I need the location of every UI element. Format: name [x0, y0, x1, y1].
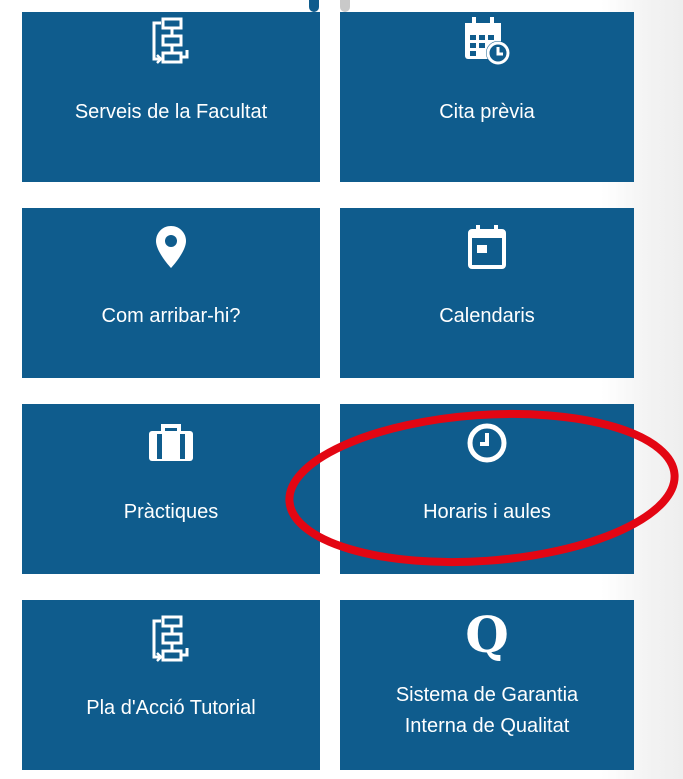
carousel-dot[interactable]	[340, 0, 350, 12]
tile-label: Horaris i aules	[423, 501, 551, 523]
flowchart-icon	[151, 614, 191, 664]
map-pin-icon	[154, 222, 188, 272]
calendar-icon	[467, 222, 507, 272]
tile-label: Calendaris	[439, 305, 535, 327]
calendar-clock-icon	[463, 16, 511, 66]
tile-cita-previa[interactable]: Cita prèvia	[340, 12, 634, 182]
tile-horaris-aules[interactable]: Horaris i aules	[340, 404, 634, 574]
tile-practiques[interactable]: Pràctiques	[22, 404, 320, 574]
tile-serveis-facultat[interactable]: Serveis de la Facultat	[22, 12, 320, 182]
tile-label: Serveis de la Facultat	[74, 101, 268, 123]
tile-label: Pla d'Acció Tutorial	[86, 697, 256, 719]
tile-sistema-garantia-qualitat[interactable]: Q Sistema de Garantia Interna de Qualita…	[340, 600, 634, 770]
q-letter: Q	[465, 605, 509, 664]
carousel-dot-active[interactable]	[309, 0, 319, 12]
tile-label: Pràctiques	[123, 501, 219, 523]
clock-icon	[465, 418, 509, 468]
tile-calendaris[interactable]: Calendaris	[340, 208, 634, 378]
briefcase-icon	[147, 418, 195, 468]
flowchart-icon	[151, 16, 191, 66]
tile-label: Com arribar-hi?	[101, 305, 241, 327]
tile-label: Cita prèvia	[439, 101, 535, 123]
tile-pla-accio-tutorial[interactable]: Pla d'Acció Tutorial	[22, 600, 320, 770]
q-letter-icon: Q	[465, 610, 509, 660]
tile-label: Sistema de Garantia Interna de Qualitat	[395, 684, 579, 737]
tile-com-arribar[interactable]: Com arribar-hi?	[22, 208, 320, 378]
